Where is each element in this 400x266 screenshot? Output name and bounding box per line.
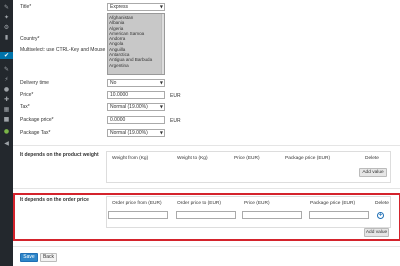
order-price-from-input[interactable] xyxy=(108,211,168,219)
title-label: Title* xyxy=(20,4,32,10)
weight-table: Weight from (Kg) Weight to (Kg) Price (E… xyxy=(106,151,391,183)
package-price-unit: EUR xyxy=(170,118,181,124)
active-menu-icon[interactable]: ✔ xyxy=(0,52,13,59)
tax-select[interactable]: Normal (19.00%) ▼ xyxy=(107,103,165,111)
package-price-input[interactable]: 0.0000 xyxy=(107,116,165,124)
delivery-time-value: No xyxy=(110,80,117,86)
leaf-icon[interactable]: ● xyxy=(2,128,11,135)
price-unit: EUR xyxy=(170,93,181,99)
collapse-icon[interactable]: ◀ xyxy=(2,140,11,147)
package-tax-value: Normal (19.00%) xyxy=(110,130,148,136)
pin-icon[interactable]: ✦ xyxy=(2,14,11,21)
tax-label: Tax* xyxy=(20,104,30,110)
delivery-time-label: Delivery time xyxy=(20,80,49,86)
wrench-icon[interactable]: ✎ xyxy=(2,4,11,11)
price-label: Price* xyxy=(20,92,34,98)
box-icon[interactable]: ■ xyxy=(2,116,11,123)
title-select[interactable]: Express ▼ xyxy=(107,3,165,11)
price-header: Price (EUR) xyxy=(244,201,270,206)
package-price-header: Package price (EUR) xyxy=(285,156,331,161)
package-price-label: Package price* xyxy=(20,117,54,123)
user-icon[interactable]: ● xyxy=(2,86,11,93)
title-select-value: Express xyxy=(110,4,129,10)
delete-header: Delete xyxy=(375,201,389,206)
package-price-header: Package price (EUR) xyxy=(310,201,356,206)
multiselect-hint: Multiselect: use CTRL-Key and Mouse xyxy=(20,47,106,53)
save-button[interactable]: Save xyxy=(20,253,38,262)
add-order-price-value-button[interactable]: Add value xyxy=(364,228,389,237)
country-label: Country* xyxy=(20,36,40,42)
delivery-time-select[interactable]: No ▼ xyxy=(107,79,165,87)
brush-icon[interactable]: ✎ xyxy=(2,66,11,73)
price-header: Price (EUR) xyxy=(234,156,260,161)
chevron-down-icon: ▼ xyxy=(159,130,163,135)
price-input[interactable] xyxy=(242,211,302,219)
add-row-icon[interactable]: + xyxy=(377,212,384,219)
package-tax-label: Package Tax* xyxy=(20,130,51,136)
package-price-input[interactable] xyxy=(309,211,369,219)
gear-icon[interactable]: ⚙ xyxy=(2,24,11,31)
chevron-down-icon: ▼ xyxy=(159,80,163,85)
country-multiselect[interactable]: Afghanistan Albania Algeria American Sam… xyxy=(107,13,165,75)
listbox-scrollbar[interactable] xyxy=(161,14,164,74)
divider xyxy=(13,246,400,247)
admin-sidebar: ✎ ✦ ⚙ ▮ ✔ ✎ ⚡ ● ✚ ▦ ■ ● ◀ xyxy=(0,0,13,266)
chevron-down-icon: ▼ xyxy=(159,104,163,109)
divider xyxy=(13,145,400,146)
order-price-to-header: Order price to (EUR) xyxy=(177,201,221,206)
divider xyxy=(13,188,400,189)
chevron-down-icon: ▼ xyxy=(159,4,163,9)
package-tax-select[interactable]: Normal (19.00%) ▼ xyxy=(107,129,165,137)
price-input[interactable]: 10.0000 xyxy=(107,91,165,99)
order-price-to-input[interactable] xyxy=(176,211,236,219)
order-price-from-header: Order price from (EUR) xyxy=(112,201,162,206)
tools-icon[interactable]: ✚ xyxy=(2,96,11,103)
settings-icon[interactable]: ▦ xyxy=(2,106,11,113)
back-button[interactable]: Back xyxy=(40,253,57,262)
add-weight-value-button[interactable]: Add value xyxy=(359,168,387,177)
country-option[interactable]: Argentina xyxy=(108,63,164,68)
order-price-section-title: It depends on the order price xyxy=(20,197,89,203)
weight-section-title: It depends on the product weight xyxy=(20,152,99,158)
delete-header: Delete xyxy=(365,156,379,161)
chart-icon[interactable]: ▮ xyxy=(2,34,11,41)
weight-from-header: Weight from (Kg) xyxy=(112,156,149,161)
tax-value: Normal (19.00%) xyxy=(110,104,148,110)
weight-to-header: Weight to (Kg) xyxy=(177,156,208,161)
plugin-icon[interactable]: ⚡ xyxy=(2,76,11,83)
